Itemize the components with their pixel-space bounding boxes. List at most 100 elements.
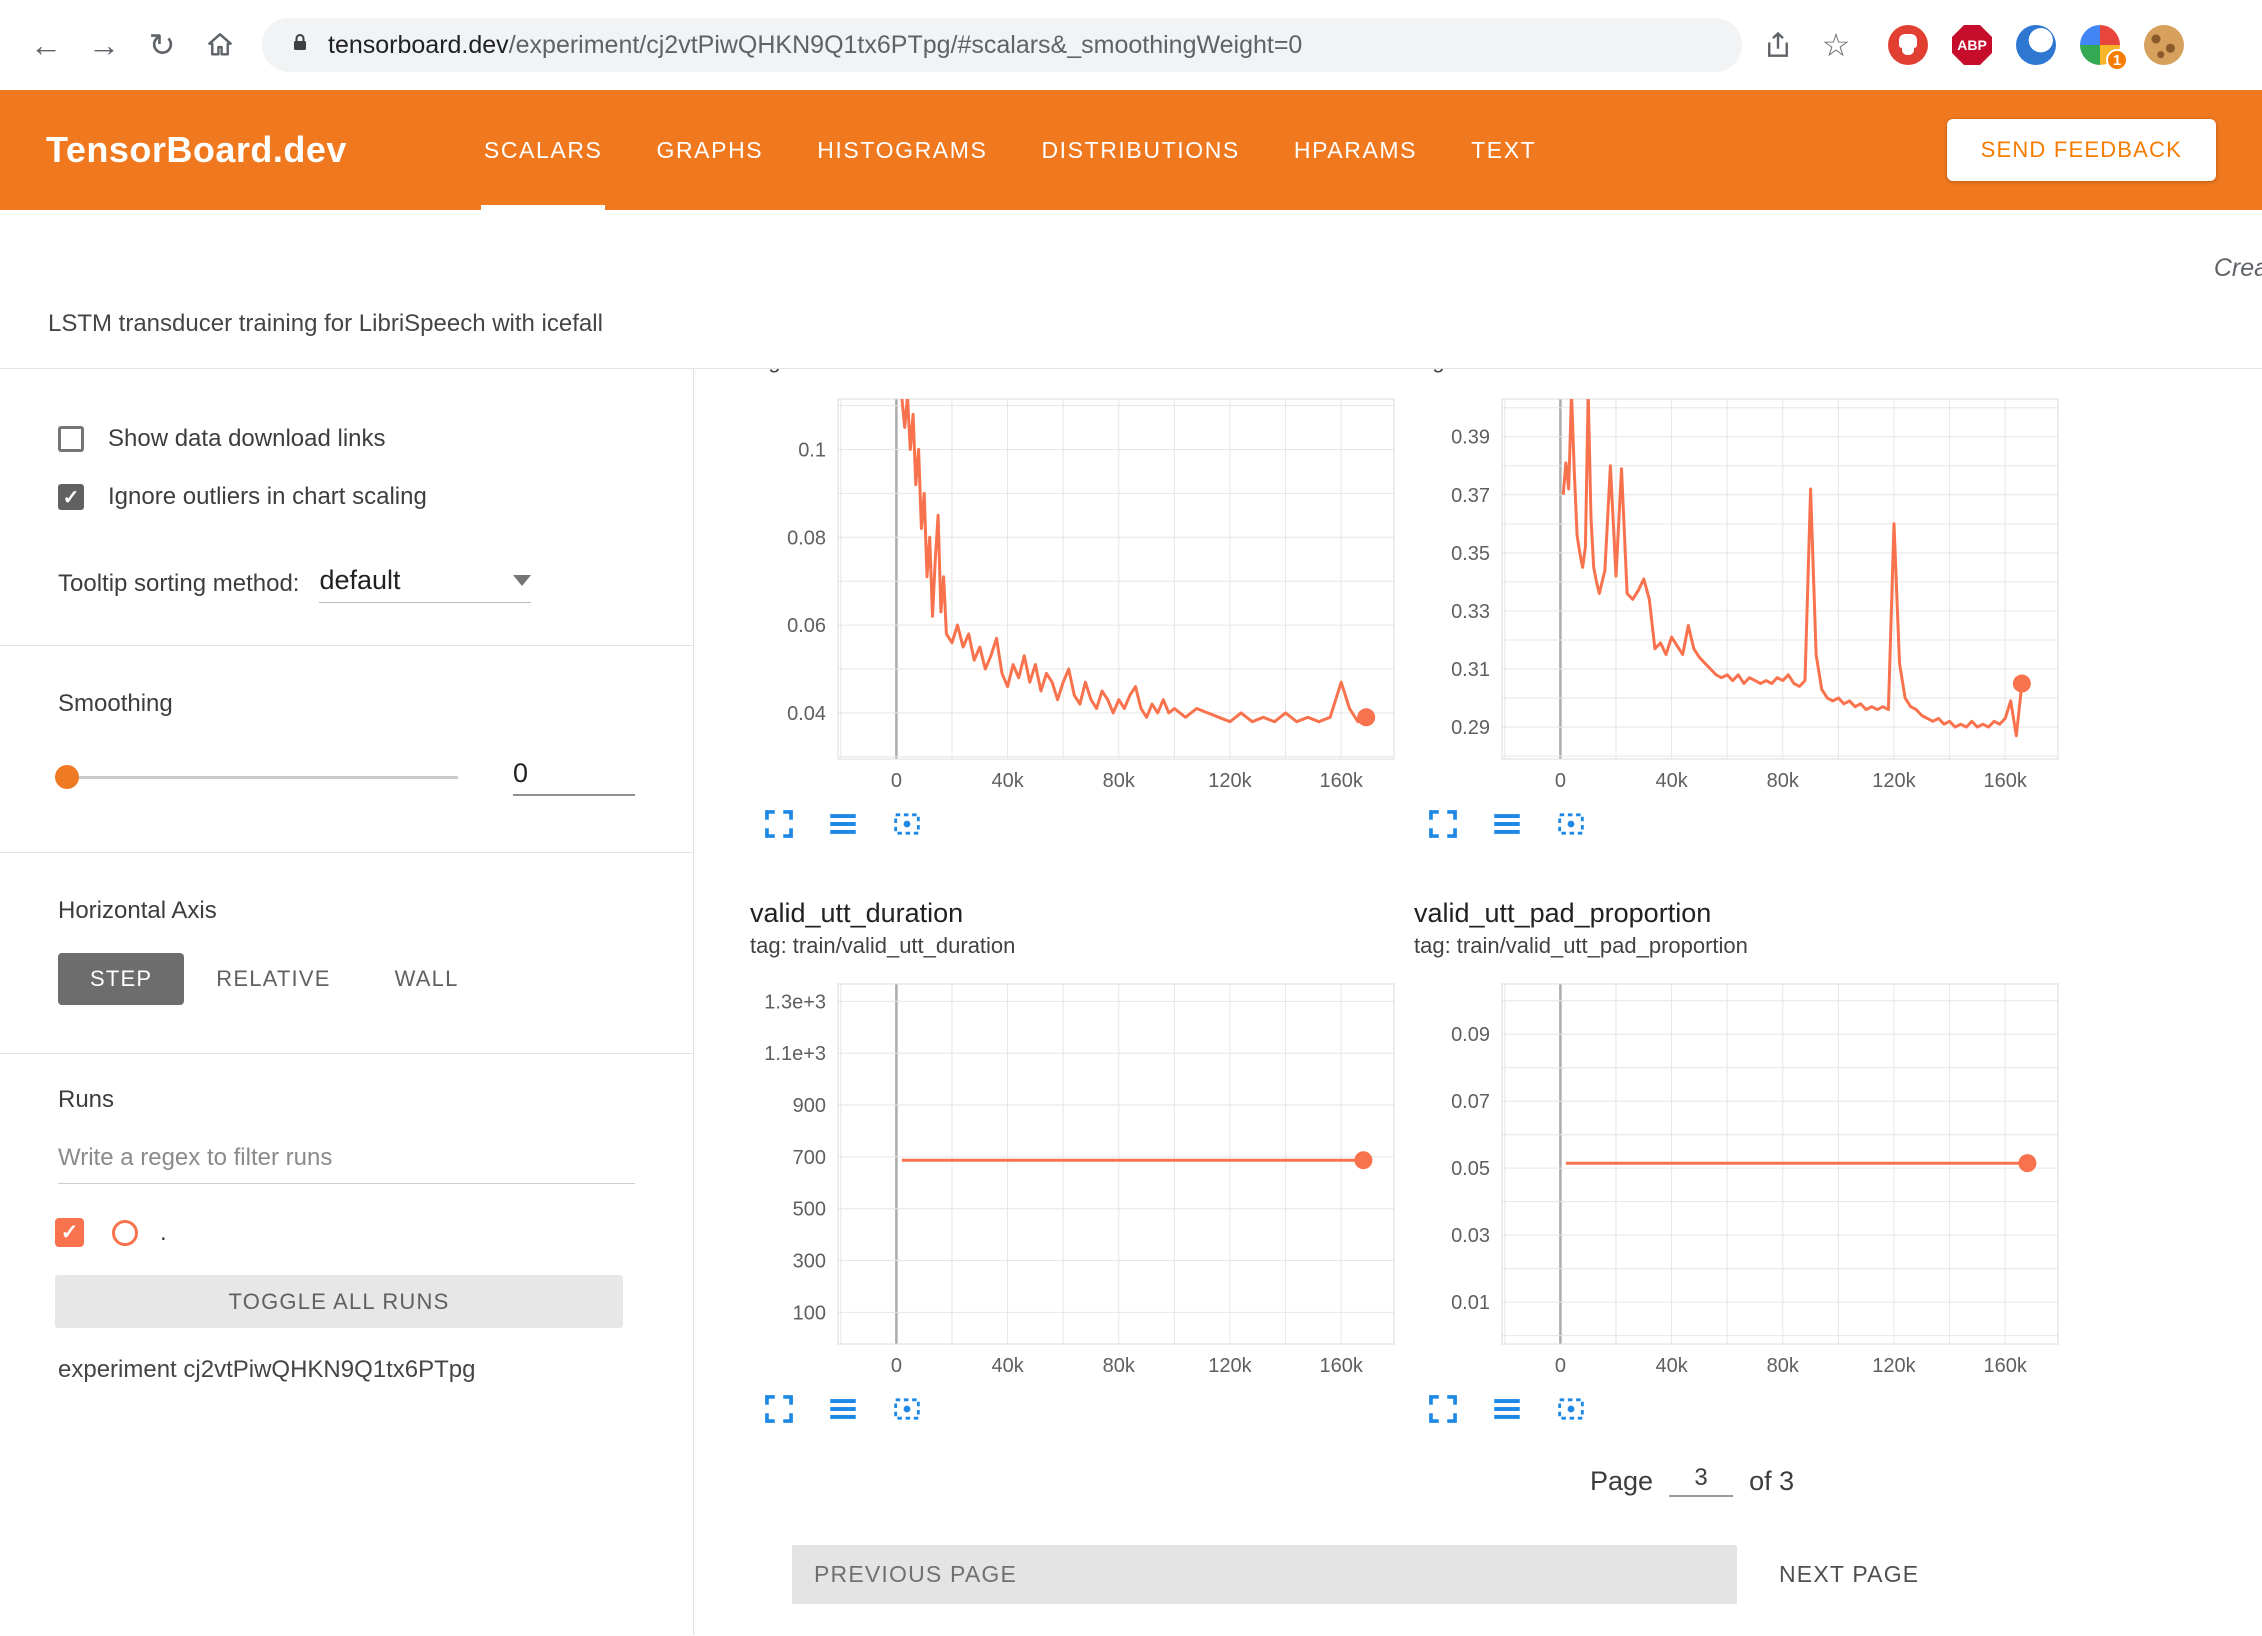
tab-text[interactable]: TEXT bbox=[1444, 90, 1563, 210]
expand-chart-icon[interactable] bbox=[1426, 807, 1460, 841]
chart-title: valid_utt_duration bbox=[750, 895, 1400, 931]
svg-text:160k: 160k bbox=[1319, 770, 1363, 791]
smoothing-value-input[interactable]: 0 bbox=[513, 758, 635, 796]
runs-regex-input[interactable]: Write a regex to filter runs bbox=[58, 1144, 635, 1184]
share-icon[interactable] bbox=[1756, 23, 1800, 67]
ignore-outliers-checkbox[interactable]: ✓ bbox=[58, 484, 84, 510]
send-feedback-button[interactable]: SEND FEEDBACK bbox=[1947, 119, 2216, 181]
svg-text:0.05: 0.05 bbox=[1451, 1158, 1490, 1180]
svg-text:40k: 40k bbox=[1655, 770, 1688, 791]
subheader: Crea LSTM transducer training for LibriS… bbox=[0, 210, 2262, 369]
axis-wall-button[interactable]: WALL bbox=[363, 953, 491, 1005]
abp-extension-icon[interactable]: ABP bbox=[1952, 25, 1992, 65]
svg-text:160k: 160k bbox=[1983, 1355, 2027, 1376]
svg-text:100: 100 bbox=[793, 1302, 826, 1324]
tab-graphs[interactable]: GRAPHS bbox=[629, 90, 790, 210]
svg-text:1.3e+3: 1.3e+3 bbox=[764, 991, 826, 1013]
adblock-extension-icon[interactable] bbox=[1888, 25, 1928, 65]
run-color-icon bbox=[112, 1220, 138, 1246]
svg-text:300: 300 bbox=[793, 1251, 826, 1273]
experiment-title: LSTM transducer training for LibriSpeech… bbox=[48, 310, 603, 338]
fit-domain-icon[interactable] bbox=[1554, 807, 1588, 841]
chart-tag: tag: train/valid_utt_pad_proportion bbox=[1414, 931, 2064, 961]
charts-row-top: tag: train/… 0.040.060.080.1040k80k120k1… bbox=[750, 369, 2262, 841]
svg-text:0.33: 0.33 bbox=[1451, 601, 1490, 623]
run-checkbox[interactable]: ✓ bbox=[55, 1218, 84, 1247]
svg-text:120k: 120k bbox=[1872, 770, 1916, 791]
next-page-button[interactable]: NEXT PAGE bbox=[1773, 1560, 1925, 1589]
axis-step-button[interactable]: STEP bbox=[58, 953, 184, 1005]
svg-text:500: 500 bbox=[793, 1199, 826, 1221]
axis-relative-button[interactable]: RELATIVE bbox=[184, 953, 362, 1005]
settings-sidebar: Show data download links ✓ Ignore outlie… bbox=[0, 369, 694, 1635]
expand-chart-icon[interactable] bbox=[762, 1392, 796, 1426]
extension-badge: 1 bbox=[2106, 49, 2128, 71]
expand-chart-icon[interactable] bbox=[1426, 1392, 1460, 1426]
svg-text:0.08: 0.08 bbox=[787, 527, 826, 549]
home-icon[interactable] bbox=[198, 23, 242, 67]
data-lines-icon[interactable] bbox=[1490, 807, 1524, 841]
fit-domain-icon[interactable] bbox=[890, 1392, 924, 1426]
url-domain: tensorboard.dev bbox=[328, 31, 509, 59]
chart-card: valid_utt_pad_proportion tag: train/vali… bbox=[1414, 895, 2064, 1426]
svg-text:40k: 40k bbox=[1655, 1355, 1688, 1376]
forward-icon[interactable]: → bbox=[82, 23, 126, 67]
tab-histograms[interactable]: HISTOGRAMS bbox=[790, 90, 1014, 210]
reload-icon[interactable]: ↻ bbox=[140, 23, 184, 67]
data-lines-icon[interactable] bbox=[826, 1392, 860, 1426]
chart-plot: 0.010.030.050.070.09040k80k120k160k bbox=[1414, 976, 2064, 1376]
show-download-links-row: Show data download links bbox=[58, 425, 635, 453]
chart-title: valid_utt_pad_proportion bbox=[1414, 895, 2064, 931]
pagination: Page 3 of 3 bbox=[1590, 1464, 2262, 1497]
bookmark-star-icon[interactable]: ☆ bbox=[1814, 23, 1858, 67]
ignore-outliers-row: ✓ Ignore outliers in chart scaling bbox=[58, 483, 635, 511]
divider bbox=[0, 1053, 693, 1054]
tooltip-sorting-select[interactable]: default bbox=[319, 565, 531, 603]
svg-text:0: 0 bbox=[1555, 770, 1566, 791]
chart-card: tag: train/… 0.040.060.080.1040k80k120k1… bbox=[750, 369, 1400, 841]
nav-tabs: SCALARSGRAPHSHISTOGRAMSDISTRIBUTIONSHPAR… bbox=[457, 90, 1563, 210]
chart-plot: 0.290.310.330.350.370.39040k80k120k160k bbox=[1414, 391, 2064, 791]
fit-domain-icon[interactable] bbox=[1554, 1392, 1588, 1426]
cookie-extension-icon[interactable] bbox=[2144, 25, 2184, 65]
svg-text:0.01: 0.01 bbox=[1451, 1292, 1490, 1314]
chart-actions bbox=[750, 807, 1400, 841]
tab-distributions[interactable]: DISTRIBUTIONS bbox=[1014, 90, 1266, 210]
svg-text:120k: 120k bbox=[1208, 770, 1252, 791]
svg-text:900: 900 bbox=[793, 1095, 826, 1117]
expand-chart-icon[interactable] bbox=[762, 807, 796, 841]
pie-extension-icon[interactable]: 1 bbox=[2080, 25, 2120, 65]
page-number-input[interactable]: 3 bbox=[1669, 1464, 1733, 1497]
smoothing-slider[interactable] bbox=[58, 776, 458, 779]
svg-text:160k: 160k bbox=[1319, 1355, 1363, 1376]
svg-text:0: 0 bbox=[891, 1355, 902, 1376]
svg-text:40k: 40k bbox=[991, 770, 1024, 791]
toggle-all-runs-button[interactable]: TOGGLE ALL RUNS bbox=[55, 1275, 623, 1328]
tensorboard-logo: TensorBoard.dev bbox=[46, 129, 347, 171]
svg-text:0.37: 0.37 bbox=[1451, 485, 1490, 507]
data-lines-icon[interactable] bbox=[826, 807, 860, 841]
fit-domain-icon[interactable] bbox=[890, 807, 924, 841]
page-buttons: PREVIOUS PAGE NEXT PAGE bbox=[792, 1545, 2262, 1604]
svg-text:700: 700 bbox=[793, 1147, 826, 1169]
tab-scalars[interactable]: SCALARS bbox=[457, 90, 630, 210]
content: Show data download links ✓ Ignore outlie… bbox=[0, 369, 2262, 1635]
back-icon[interactable]: ← bbox=[24, 23, 68, 67]
svg-text:80k: 80k bbox=[1103, 770, 1136, 791]
svg-text:0.1: 0.1 bbox=[798, 439, 826, 461]
chart-tag: tag: train/valid_utt_duration bbox=[750, 931, 1400, 961]
svg-text:0.39: 0.39 bbox=[1451, 427, 1490, 449]
svg-text:1.1e+3: 1.1e+3 bbox=[764, 1043, 826, 1065]
smoothing-slider-thumb[interactable] bbox=[55, 765, 79, 789]
svg-text:0.06: 0.06 bbox=[787, 615, 826, 637]
svg-text:160k: 160k bbox=[1983, 770, 2027, 791]
previous-page-button[interactable]: PREVIOUS PAGE bbox=[792, 1545, 1737, 1604]
divider bbox=[0, 645, 693, 646]
extensions: ABP 1 bbox=[1888, 25, 2184, 65]
address-bar[interactable]: tensorboard.dev/experiment/cj2vtPiwQHKN9… bbox=[262, 18, 1742, 72]
tab-hparams[interactable]: HPARAMS bbox=[1267, 90, 1444, 210]
created-text: Crea bbox=[2214, 254, 2262, 283]
blue-extension-icon[interactable] bbox=[2016, 25, 2056, 65]
show-download-links-checkbox[interactable] bbox=[58, 426, 84, 452]
data-lines-icon[interactable] bbox=[1490, 1392, 1524, 1426]
